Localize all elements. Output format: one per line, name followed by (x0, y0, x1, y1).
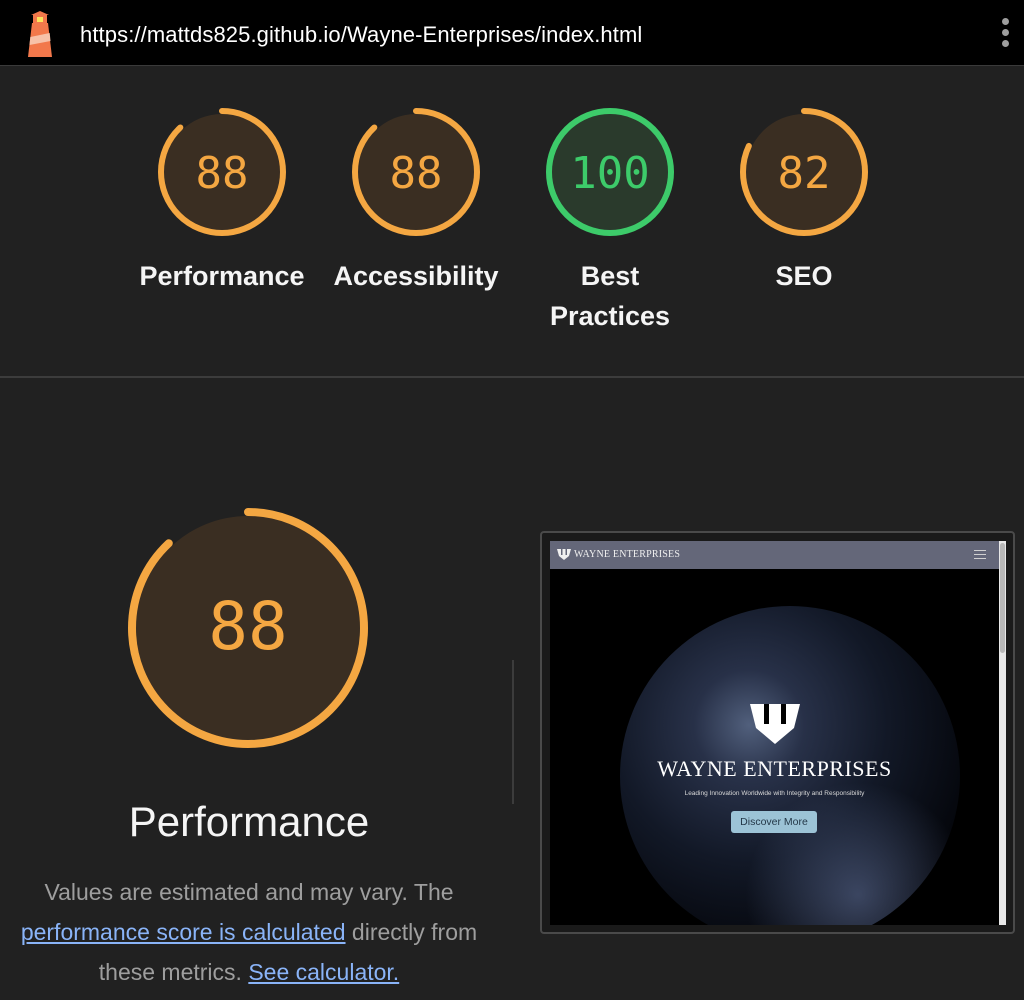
hero-subtitle: Leading Innovation Worldwide with Integr… (684, 790, 865, 797)
site-navbar: WAYNE ENTERPRISES (550, 541, 999, 569)
score-calculated-link[interactable]: performance score is calculated (21, 919, 346, 945)
score-ring: 100 (546, 108, 674, 236)
gauge-best-practices[interactable]: 100 Best Practices (520, 106, 700, 336)
top-bar: https://mattds825.github.io/Wayne-Enterp… (0, 0, 1024, 66)
performance-score-value: 88 (208, 588, 287, 665)
wayne-logo-icon (750, 704, 800, 744)
performance-description: Values are estimated and may vary. The p… (0, 872, 498, 992)
performance-title: Performance (128, 798, 370, 845)
description-text: Values are estimated and may vary. The (44, 879, 454, 905)
score-ring: 88 (352, 108, 480, 236)
score-value: 88 (196, 148, 249, 199)
scrollbar-thumb[interactable] (1000, 543, 1005, 653)
score-label: Performance (139, 261, 305, 291)
performance-big-gauge: 88 (128, 508, 368, 748)
score-value: 88 (390, 148, 443, 199)
score-label: Best Practices (549, 261, 671, 331)
score-ring: 88 (158, 108, 286, 236)
vertical-divider (512, 660, 514, 804)
wayne-logo-icon (557, 549, 571, 560)
final-screenshot[interactable]: WAYNE ENTERPRISES WAYNE ENTERPRISES Lead… (550, 541, 1006, 925)
hero-title: WAYNE ENTERPRISES (657, 756, 892, 781)
lighthouse-icon (28, 11, 52, 57)
score-value: 100 (570, 148, 649, 199)
score-label: SEO (775, 261, 833, 291)
see-calculator-link[interactable]: See calculator. (248, 959, 399, 985)
site-brand: WAYNE ENTERPRISES (574, 549, 681, 560)
score-ring: 82 (740, 108, 868, 236)
page-url: https://mattds825.github.io/Wayne-Enterp… (80, 22, 643, 47)
gauge-performance[interactable]: 88 Performance (132, 106, 312, 296)
score-label: Accessibility (333, 261, 499, 291)
gauge-accessibility[interactable]: 88 Accessibility (326, 106, 506, 296)
score-value: 82 (778, 148, 831, 199)
discover-more-button[interactable]: Discover More (731, 811, 817, 833)
hamburger-icon[interactable] (974, 550, 986, 560)
kebab-menu-icon[interactable] (998, 18, 1012, 52)
section-divider (0, 376, 1024, 378)
gauge-seo[interactable]: 82 SEO (714, 106, 894, 296)
